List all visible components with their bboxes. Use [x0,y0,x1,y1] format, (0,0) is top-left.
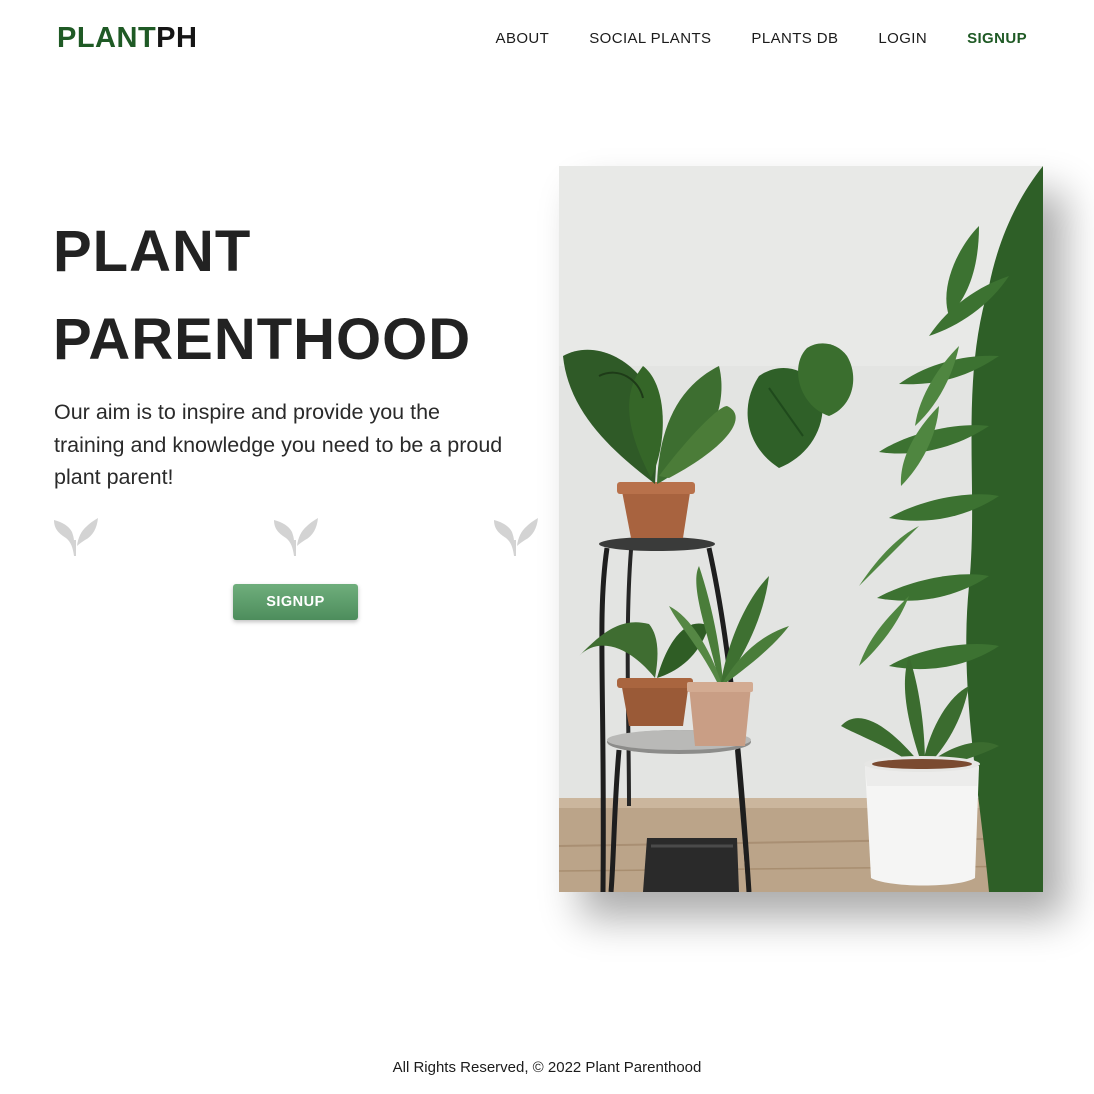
nav-signup-link[interactable]: SIGNUP [967,29,1027,49]
hero-title-line-1: PLANT [53,219,252,284]
nav-about-link[interactable]: ABOUT [496,29,550,49]
site-header: PLANTPH ABOUT SOCIAL PLANTS PLANTS DB LO… [0,0,1094,78]
sprout-icon [52,514,98,558]
hero-signup-button[interactable]: SIGNUP [233,584,358,620]
nav-login-link[interactable]: LOGIN [878,29,927,49]
sprout-icon [272,514,318,558]
site-footer: All Rights Reserved, © 2022 Plant Parent… [0,1058,1094,1078]
nav-social-plants-link[interactable]: SOCIAL PLANTS [589,29,711,49]
hero-description: Our aim is to inspire and provide you th… [54,400,503,489]
sprout-decor-row [52,514,542,560]
logo-part-plant: PLANT [57,22,157,54]
hero-plants-photo [559,166,1043,892]
nav-plants-db-link[interactable]: PLANTS DB [751,29,838,49]
sprout-icon [492,514,538,558]
main-nav: ABOUT SOCIAL PLANTS PLANTS DB LOGIN SIGN… [496,29,1027,49]
logo-part-ph: PH [156,22,198,54]
hero-title: PLANT PARENTHOOD [53,208,471,384]
hero-title-line-2: PARENTHOOD [53,307,472,372]
footer-copyright: All Rights Reserved, © 2022 Plant Parent… [392,1059,702,1076]
site-logo[interactable]: PLANTPH [57,20,197,56]
